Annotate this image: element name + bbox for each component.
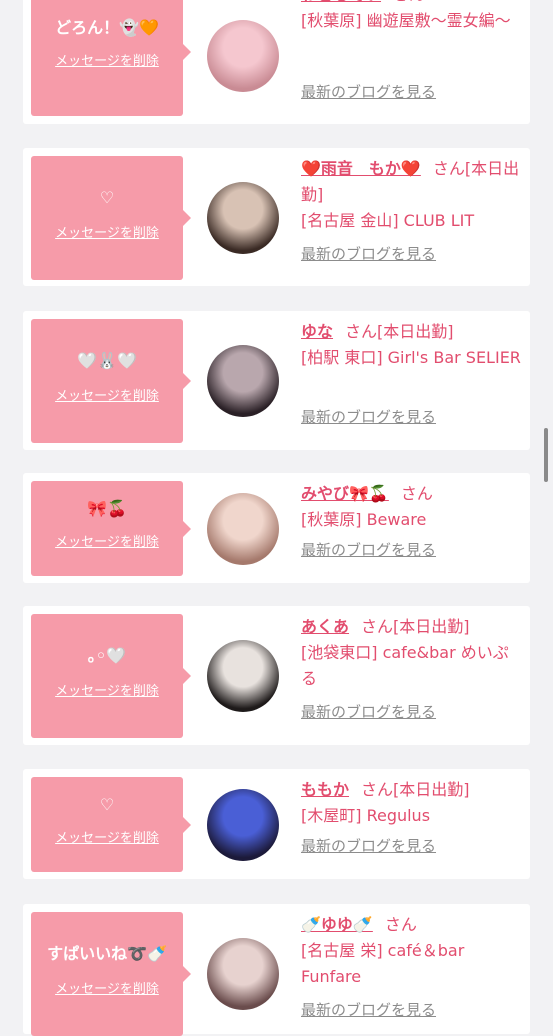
cast-info: 🍼ゆゆ🍼 さん [名古屋 栄] café＆bar Funfare <box>301 912 523 990</box>
avatar[interactable] <box>207 493 279 565</box>
shop-name: [名古屋 栄] café＆bar Funfare <box>301 941 465 986</box>
message-bubble: 🤍🐰🤍 メッセージを削除 <box>31 319 191 443</box>
favorite-card: どろん！👻🧡 メッセージを削除 わどるでぃ さん [秋葉原] 幽遊屋敷〜霊女編〜最新のブ… <box>23 0 530 124</box>
cast-name-line: わどるでぃ さん <box>301 0 523 8</box>
cast-name-link[interactable]: みやび🎀🍒 <box>301 484 389 503</box>
cast-name-suffix: さん[本日出勤] <box>361 617 470 636</box>
delete-message-link[interactable]: メッセージを削除 <box>31 683 183 701</box>
shop-name: [秋葉原] 幽遊屋敷〜霊女編〜 <box>301 11 511 30</box>
message-bubble: すぱいいね➰🍼 メッセージを削除 <box>31 912 191 1036</box>
cast-name-line: あくあ さん[本日出勤] <box>301 614 523 640</box>
favorite-card: 🤍🐰🤍 メッセージを削除 ゆな さん[本日出勤] [柏駅 東口] Girl's Bar … <box>23 311 530 450</box>
cast-name-suffix: さん <box>393 0 425 4</box>
latest-blog-link[interactable]: 最新のブログを見る <box>301 406 436 427</box>
message-text: 🎀🍒 <box>87 499 127 518</box>
shop-name: [木屋町] Regulus <box>301 806 431 825</box>
avatar[interactable] <box>207 789 279 861</box>
cast-name-link[interactable]: あくあ <box>301 617 349 636</box>
cast-name-line: ❤️雨音 もか❤️ さん[本日出勤] <box>301 156 523 208</box>
cast-name-link[interactable]: 🍼ゆゆ🍼 <box>301 915 373 934</box>
cast-info: ❤️雨音 もか❤️ さん[本日出勤] [名古屋 金山] CLUB LIT <box>301 156 523 234</box>
latest-blog-link[interactable]: 最新のブログを見る <box>301 81 436 102</box>
delete-message-link[interactable]: メッセージを削除 <box>31 981 183 999</box>
message-text: ♡ <box>99 795 115 814</box>
delete-message-link[interactable]: メッセージを削除 <box>31 534 183 552</box>
message-bubble: ｡◦🤍 メッセージを削除 <box>31 614 191 738</box>
latest-blog-link[interactable]: 最新のブログを見る <box>301 835 436 856</box>
delete-message-link[interactable]: メッセージを削除 <box>31 388 183 406</box>
favorite-list: どろん！👻🧡メッセージを削除わどるでぃさん[秋葉原] 幽遊屋敷〜霊女編〜最新のブ… <box>0 0 553 1036</box>
cast-info: あくあ さん[本日出勤] [池袋東口] cafe&bar めいぷる <box>301 614 523 692</box>
scrollbar[interactable] <box>544 428 548 482</box>
message-text: どろん！👻🧡 <box>55 18 159 37</box>
avatar[interactable] <box>207 640 279 712</box>
avatar[interactable] <box>207 20 279 92</box>
message-text: ♡ <box>99 188 115 207</box>
shop-name: [秋葉原] Beware <box>301 510 427 529</box>
cast-name-link[interactable]: ももか <box>301 780 349 799</box>
cast-name-line: 🍼ゆゆ🍼 さん <box>301 912 523 938</box>
cast-name-suffix: さん[本日出勤] <box>361 780 470 799</box>
shop-name: [柏駅 東口] Girl's Bar SELIER <box>301 348 521 367</box>
cast-name-suffix: さん[本日出勤] <box>345 322 454 341</box>
cast-name-line: ももか さん[本日出勤] <box>301 777 523 803</box>
shop-name: [池袋東口] cafe&bar めいぷる <box>301 643 509 688</box>
avatar[interactable] <box>207 182 279 254</box>
delete-message-link[interactable]: メッセージを削除 <box>31 225 183 243</box>
cast-info: ゆな さん[本日出勤] [柏駅 東口] Girl's Bar SELIER <box>301 319 523 371</box>
message-bubble: 🎀🍒 メッセージを削除 <box>31 481 191 576</box>
cast-name-link[interactable]: ゆな <box>301 322 333 341</box>
favorite-card: ♡ メッセージを削除 ❤️雨音 もか❤️ さん[本日出勤] [名古屋 金山] CLUB … <box>23 148 530 286</box>
latest-blog-link[interactable]: 最新のブログを見る <box>301 539 436 560</box>
cast-name-suffix: さん <box>400 484 433 503</box>
message-bubble: ♡ メッセージを削除 <box>31 777 191 872</box>
shop-name: [名古屋 金山] CLUB LIT <box>301 211 475 230</box>
delete-message-link[interactable]: メッセージを削除 <box>31 830 183 848</box>
message-text: ｡◦🤍 <box>87 646 127 665</box>
favorite-card: 🎀🍒 メッセージを削除 みやび🎀🍒 さん [秋葉原] Beware 最新のブログを見る <box>23 473 530 583</box>
message-text: 🤍🐰🤍 <box>77 351 137 370</box>
avatar[interactable] <box>207 938 279 1010</box>
avatar[interactable] <box>207 345 279 417</box>
cast-info: みやび🎀🍒 さん [秋葉原] Beware <box>301 481 523 533</box>
cast-name-suffix: さん <box>384 915 417 934</box>
favorite-card: ♡ メッセージを削除 ももか さん[本日出勤] [木屋町] Regulus 最新のブログを… <box>23 769 530 879</box>
cast-name-line: みやび🎀🍒 さん <box>301 481 523 507</box>
cast-name-line: ゆな さん[本日出勤] <box>301 319 523 345</box>
cast-name-link[interactable]: ❤️雨音 もか❤️ <box>301 159 421 178</box>
message-text: すぱいいね➰🍼 <box>47 944 167 963</box>
cast-info: わどるでぃ さん [秋葉原] 幽遊屋敷〜霊女編〜 <box>301 0 523 34</box>
message-bubble: ♡ メッセージを削除 <box>31 156 191 280</box>
favorite-card: すぱいいね➰🍼 メッセージを削除 🍼ゆゆ🍼 さん [名古屋 栄] café＆bar Fu… <box>23 904 530 1036</box>
delete-message-link[interactable]: メッセージを削除 <box>31 53 183 71</box>
cast-name-link[interactable]: わどるでぃ <box>301 0 381 4</box>
latest-blog-link[interactable]: 最新のブログを見る <box>301 999 436 1020</box>
favorite-card: ｡◦🤍 メッセージを削除 あくあ さん[本日出勤] [池袋東口] cafe&bar めい… <box>23 606 530 745</box>
latest-blog-link[interactable]: 最新のブログを見る <box>301 243 436 264</box>
cast-info: ももか さん[本日出勤] [木屋町] Regulus <box>301 777 523 829</box>
message-bubble: どろん！👻🧡 メッセージを削除 <box>31 0 191 116</box>
latest-blog-link[interactable]: 最新のブログを見る <box>301 701 436 722</box>
